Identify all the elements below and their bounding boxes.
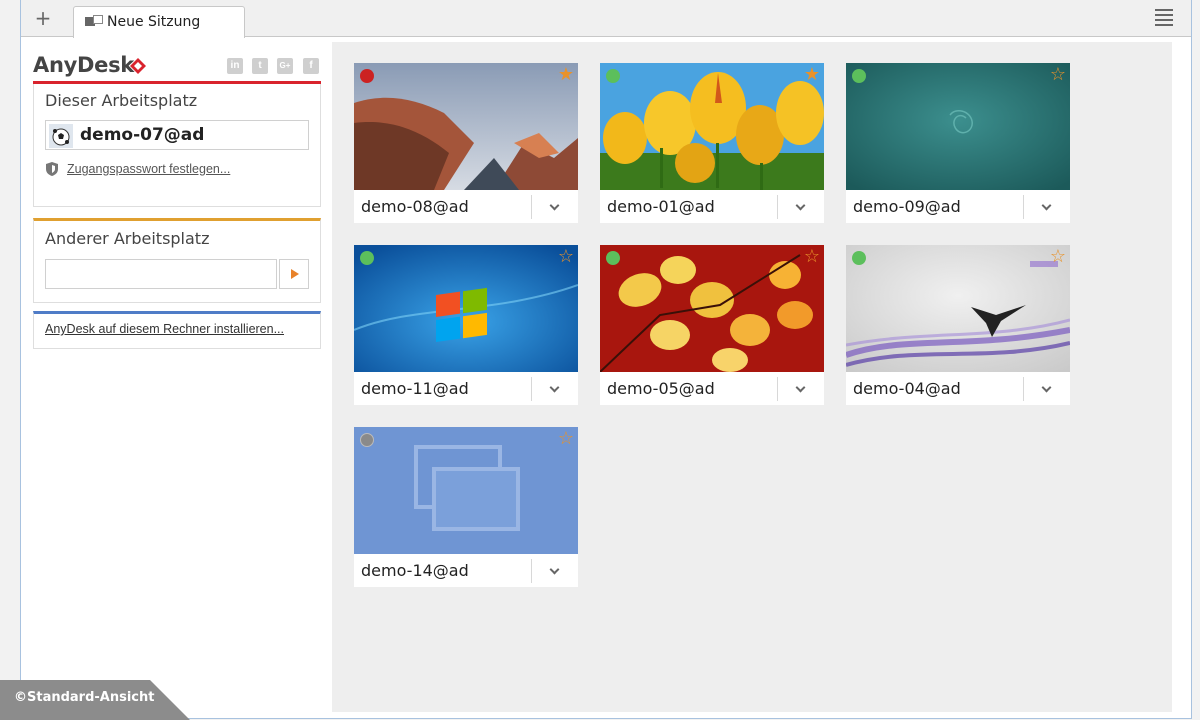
brand-header: AnyDesk in t G+ f — [33, 50, 321, 84]
favorite-star-outline-icon[interactable]: ☆ — [1050, 247, 1066, 267]
session-thumbnail[interactable] — [600, 245, 824, 372]
other-workplace-title: Anderer Arbeitsplatz — [45, 229, 210, 248]
status-online-icon — [852, 69, 866, 83]
session-tile-demo-14[interactable]: ☆ demo-14@ad — [354, 427, 578, 587]
divider — [531, 377, 532, 401]
chevron-down-icon[interactable] — [539, 378, 571, 402]
session-label: demo-04@ad — [853, 379, 961, 398]
chevron-down-icon[interactable] — [539, 560, 571, 584]
divider — [1023, 195, 1024, 219]
own-id-text: demo-07@ad — [80, 125, 205, 145]
divider — [531, 559, 532, 583]
session-label: demo-11@ad — [361, 379, 469, 398]
session-label: demo-08@ad — [361, 197, 469, 216]
other-workplace-panel: Anderer Arbeitsplatz — [33, 218, 321, 303]
favorite-star-outline-icon[interactable]: ☆ — [558, 429, 574, 449]
status-online-icon — [606, 69, 620, 83]
session-tile-demo-08[interactable]: ★ demo-08@ad — [354, 63, 578, 223]
watermark-text: ©Standard-Ansicht — [14, 690, 155, 705]
session-thumbnail[interactable] — [846, 245, 1070, 372]
favorite-star-outline-icon[interactable]: ☆ — [1050, 65, 1066, 85]
twitter-icon[interactable]: t — [252, 58, 268, 74]
session-thumbnail[interactable] — [354, 427, 578, 554]
divider — [531, 195, 532, 219]
session-tile-demo-11[interactable]: ☆ demo-11@ad — [354, 245, 578, 405]
facebook-icon[interactable]: f — [303, 58, 319, 74]
session-tile-demo-09[interactable]: ☆ demo-09@ad — [846, 63, 1070, 223]
favorite-star-filled-icon[interactable]: ★ — [558, 65, 574, 85]
session-label: demo-05@ad — [607, 379, 715, 398]
recent-sessions-area: ★ demo-08@ad ★ demo-01@ad ☆ demo-09@ad ☆… — [332, 42, 1172, 712]
chevron-down-icon[interactable] — [785, 196, 817, 220]
set-password-link[interactable]: Zugangspasswort festlegen... — [67, 162, 230, 176]
own-id-field[interactable]: demo-07@ad — [45, 120, 309, 150]
chevron-down-icon[interactable] — [785, 378, 817, 402]
linkedin-icon[interactable]: in — [227, 58, 243, 74]
tab-label: Neue Sitzung — [107, 14, 201, 30]
chevron-down-icon[interactable] — [1031, 378, 1063, 402]
status-unknown-icon — [360, 433, 374, 447]
session-tile-demo-05[interactable]: ☆ demo-05@ad — [600, 245, 824, 405]
status-online-icon — [852, 251, 866, 265]
session-tile-demo-04[interactable]: ☆ demo-04@ad — [846, 245, 1070, 405]
favorite-star-outline-icon[interactable]: ☆ — [804, 247, 820, 267]
divider — [777, 377, 778, 401]
session-label: demo-09@ad — [853, 197, 961, 216]
session-thumbnail[interactable] — [354, 245, 578, 372]
anydesk-window: + Neue Sitzung AnyDesk in t G+ f Dieser … — [20, 0, 1192, 719]
anydesk-logo-text: AnyDesk — [33, 53, 134, 77]
shield-icon — [46, 162, 58, 176]
avatar — [49, 124, 73, 148]
session-thumbnail[interactable] — [600, 63, 824, 190]
this-workplace-panel: Dieser Arbeitsplatz demo-07@ad Zugangspa… — [33, 84, 321, 207]
divider — [777, 195, 778, 219]
install-link[interactable]: AnyDesk auf diesem Rechner installieren.… — [45, 322, 284, 336]
session-icon — [85, 15, 103, 26]
chevron-down-icon[interactable] — [539, 196, 571, 220]
session-label: demo-01@ad — [607, 197, 715, 216]
anydesk-logo-icon — [130, 58, 146, 74]
status-online-icon — [606, 251, 620, 265]
tab-neue-sitzung[interactable]: Neue Sitzung — [73, 6, 245, 38]
favorite-star-outline-icon[interactable]: ☆ — [558, 247, 574, 267]
session-label: demo-14@ad — [361, 561, 469, 580]
session-tile-demo-01[interactable]: ★ demo-01@ad — [600, 63, 824, 223]
new-tab-button[interactable]: + — [31, 6, 55, 30]
session-thumbnail[interactable] — [846, 63, 1070, 190]
favorite-star-filled-icon[interactable]: ★ — [804, 65, 820, 85]
status-offline-icon — [360, 69, 374, 83]
tab-bar: + Neue Sitzung — [21, 0, 1191, 38]
divider — [1023, 377, 1024, 401]
google-plus-icon[interactable]: G+ — [277, 58, 293, 74]
install-panel: AnyDesk auf diesem Rechner installieren.… — [33, 311, 321, 349]
status-online-icon — [360, 251, 374, 265]
this-workplace-title: Dieser Arbeitsplatz — [45, 91, 198, 110]
connect-button[interactable] — [279, 259, 309, 289]
remote-address-input[interactable] — [45, 259, 277, 289]
hamburger-menu-icon[interactable] — [1155, 9, 1173, 26]
chevron-down-icon[interactable] — [1031, 196, 1063, 220]
session-thumbnail[interactable] — [354, 63, 578, 190]
